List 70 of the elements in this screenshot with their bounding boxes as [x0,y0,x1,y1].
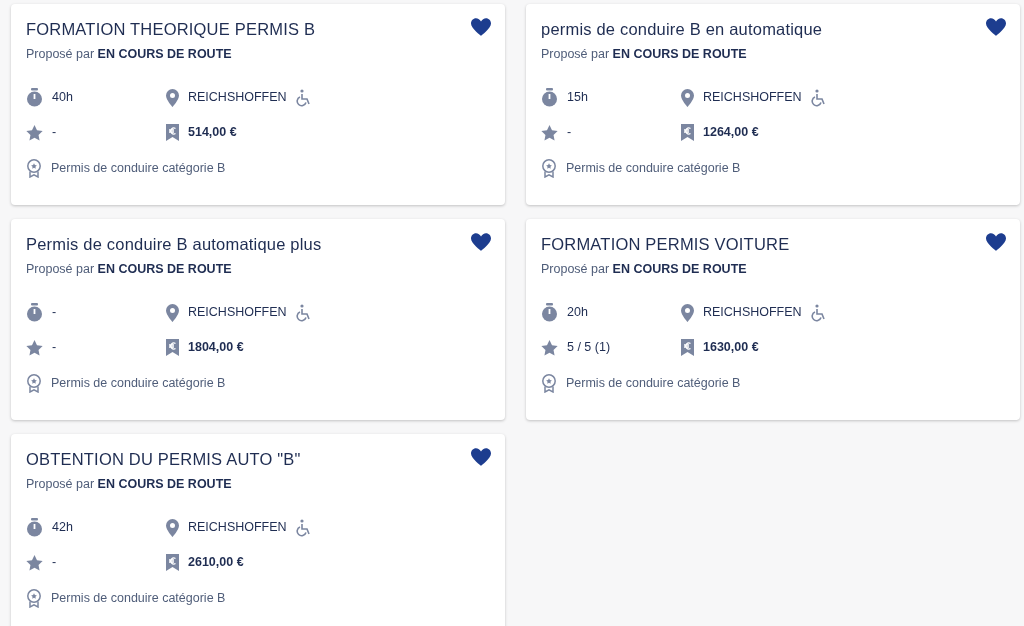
provider-text: Proposé par EN COURS DE ROUTE [26,46,233,63]
stopwatch-icon [26,303,43,323]
location-text: REICHSHOFFEN [188,519,287,537]
training-title: FORMATION THEORIQUE PERMIS B [26,19,316,40]
certification-text: Permis de conduire catégorie B [51,375,226,393]
award-badge-icon [26,589,42,609]
price-text: 2610,00 € [188,554,244,572]
training-card[interactable]: permis de conduire B en automatique Proposé par EN COURS DE ROUTE 15h REICHSHOFFEN - 1264,00 € Permis de conduire catégorie B [526,4,1020,205]
stopwatch-icon [541,303,558,323]
rating-text: - [52,339,57,357]
price-tag-icon [681,339,694,357]
price-tag-icon [166,554,179,572]
rating-text: - [52,554,57,572]
certification-text: Permis de conduire catégorie B [51,590,226,608]
location-text: REICHSHOFFEN [703,89,802,107]
price-text: 1630,00 € [703,339,759,357]
map-pin-icon [166,303,179,322]
duration-text: 15h [567,89,588,107]
provider-text: Proposé par EN COURS DE ROUTE [26,476,233,493]
location-text: REICHSHOFFEN [703,304,802,322]
star-icon [541,339,558,356]
training-title: Permis de conduire B automatique plus [26,234,322,255]
location-text: REICHSHOFFEN [188,304,287,322]
rating-text: 5 / 5 (1) [567,339,611,357]
stopwatch-icon [541,88,558,108]
certification-text: Permis de conduire catégorie B [566,375,741,393]
price-text: 1264,00 € [703,124,759,142]
map-pin-icon [166,88,179,107]
star-icon [26,124,43,141]
training-card[interactable]: FORMATION THEORIQUE PERMIS B Proposé par EN COURS DE ROUTE 40h REICHSHOFFEN - 514,00 € Permis de conduire catégorie B [11,4,505,205]
training-card[interactable]: FORMATION PERMIS VOITURE Proposé par EN COURS DE ROUTE 20h REICHSHOFFEN 5 / 5 (1) 1630,00 € Permis de conduire catégorie B [526,219,1020,420]
favorite-heart-icon[interactable] [471,18,491,36]
certification-text: Permis de conduire catégorie B [566,160,741,178]
map-pin-icon [681,88,694,107]
duration-text: - [52,304,57,322]
award-badge-icon [541,374,557,394]
price-text: 514,00 € [188,124,237,142]
duration-text: 42h [52,519,73,537]
rating-text: - [567,124,572,142]
training-card[interactable]: OBTENTION DU PERMIS AUTO "B" Proposé par EN COURS DE ROUTE 42h REICHSHOFFEN - 2610,00 € Permis de conduire catégorie B [11,434,505,626]
training-title: FORMATION PERMIS VOITURE [541,234,790,255]
favorite-heart-icon[interactable] [986,233,1006,251]
certification-text: Permis de conduire catégorie B [51,160,226,178]
star-icon [26,339,43,356]
provider-text: Proposé par EN COURS DE ROUTE [541,46,748,63]
award-badge-icon [26,159,42,179]
stopwatch-icon [26,518,43,538]
price-text: 1804,00 € [188,339,244,357]
price-tag-icon [681,124,694,142]
award-badge-icon [26,374,42,394]
favorite-heart-icon[interactable] [471,448,491,466]
training-title: OBTENTION DU PERMIS AUTO "B" [26,449,301,470]
training-title: permis de conduire B en automatique [541,19,823,40]
training-card[interactable]: Permis de conduire B automatique plus Proposé par EN COURS DE ROUTE - REICHSHOFFEN - 1804,00 € Permis de conduire catégorie B [11,219,505,420]
award-badge-icon [541,159,557,179]
rating-text: - [52,124,57,142]
map-pin-icon [166,518,179,537]
map-pin-icon [681,303,694,322]
price-tag-icon [166,124,179,142]
location-text: REICHSHOFFEN [188,89,287,107]
star-icon [541,124,558,141]
duration-text: 40h [52,89,73,107]
provider-text: Proposé par EN COURS DE ROUTE [26,261,233,278]
star-icon [26,554,43,571]
duration-text: 20h [567,304,588,322]
favorite-heart-icon[interactable] [471,233,491,251]
stopwatch-icon [26,88,43,108]
price-tag-icon [166,339,179,357]
favorite-heart-icon[interactable] [986,18,1006,36]
provider-text: Proposé par EN COURS DE ROUTE [541,261,748,278]
